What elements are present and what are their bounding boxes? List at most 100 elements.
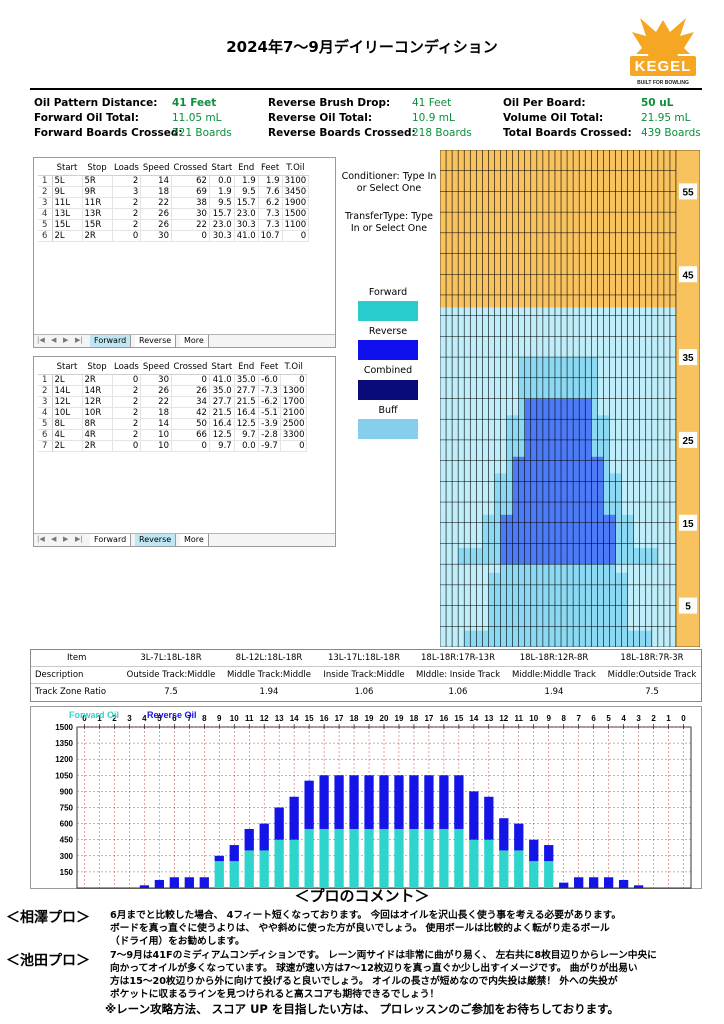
- table-cell[interactable]: 1700: [280, 396, 308, 408]
- table-cell[interactable]: 2R: [82, 374, 113, 386]
- table-cell[interactable]: 0: [112, 440, 142, 452]
- table-cell[interactable]: 9.5: [234, 186, 259, 198]
- table-cell[interactable]: 23.0: [234, 208, 259, 220]
- table-cell[interactable]: 9.7: [234, 429, 259, 441]
- table-cell[interactable]: 2: [112, 175, 142, 187]
- last-icon[interactable]: ▶|: [75, 535, 83, 543]
- next-icon[interactable]: ▶: [63, 535, 68, 543]
- table-cell[interactable]: 1.9: [258, 175, 283, 187]
- table-cell[interactable]: 11L: [52, 197, 83, 209]
- table-cell[interactable]: 10: [140, 429, 172, 441]
- tab-reverse[interactable]: Reverse: [135, 335, 177, 347]
- table-cell[interactable]: 30: [140, 374, 172, 386]
- tab-reverse[interactable]: Reverse: [135, 534, 177, 546]
- table-cell[interactable]: 0: [280, 440, 308, 452]
- table-cell[interactable]: 12.5: [234, 418, 259, 430]
- table-cell[interactable]: 2100: [280, 407, 308, 419]
- table-cell[interactable]: 21.5: [234, 396, 259, 408]
- table-cell[interactable]: 0: [171, 374, 210, 386]
- last-icon[interactable]: ▶|: [75, 336, 83, 344]
- table-cell[interactable]: 1300: [280, 385, 308, 397]
- table-cell[interactable]: 1.9: [234, 175, 259, 187]
- table-cell[interactable]: 5L: [52, 175, 83, 187]
- table-cell[interactable]: 13L: [52, 208, 83, 220]
- table-cell[interactable]: 3450: [282, 186, 310, 198]
- table-cell[interactable]: 10L: [52, 407, 83, 419]
- table-cell[interactable]: 1500: [282, 208, 310, 220]
- table-cell[interactable]: 34: [171, 396, 210, 408]
- table-cell[interactable]: 0: [171, 440, 210, 452]
- table-cell[interactable]: -3.9: [258, 418, 281, 430]
- table-cell[interactable]: 7.3: [258, 219, 283, 231]
- tab-forward[interactable]: Forward: [90, 534, 132, 546]
- table-cell[interactable]: -2.8: [258, 429, 281, 441]
- table-cell[interactable]: 2L: [52, 230, 83, 242]
- table-cell[interactable]: 26: [171, 385, 210, 397]
- table-cell[interactable]: -6.2: [258, 396, 281, 408]
- prev-icon[interactable]: ◀: [51, 336, 56, 344]
- table-cell[interactable]: 9L: [52, 186, 83, 198]
- table-cell[interactable]: 3: [112, 186, 142, 198]
- table-cell[interactable]: 16.4: [234, 407, 259, 419]
- table-cell[interactable]: 15.7: [209, 208, 235, 220]
- table-cell[interactable]: 2R: [82, 230, 113, 242]
- table-cell[interactable]: 2: [112, 418, 142, 430]
- table-cell[interactable]: 0.0: [209, 175, 235, 187]
- table-cell[interactable]: 3300: [280, 429, 308, 441]
- table-cell[interactable]: 14R: [82, 385, 113, 397]
- table-cell[interactable]: 38: [171, 197, 210, 209]
- table-cell[interactable]: 1100: [282, 219, 310, 231]
- table-cell[interactable]: 11R: [82, 197, 113, 209]
- table-cell[interactable]: 0: [171, 230, 210, 242]
- table-cell[interactable]: 27.7: [234, 385, 259, 397]
- table-cell[interactable]: 15L: [52, 219, 83, 231]
- table-cell[interactable]: 2: [112, 219, 142, 231]
- table-cell[interactable]: 42: [171, 407, 210, 419]
- table-cell[interactable]: 22: [140, 396, 172, 408]
- table-cell[interactable]: 10.7: [258, 230, 283, 242]
- table-cell[interactable]: 6.2: [258, 197, 283, 209]
- table-cell[interactable]: 8L: [52, 418, 83, 430]
- table-cell[interactable]: 30.3: [234, 219, 259, 231]
- table-cell[interactable]: 2L: [52, 440, 83, 452]
- table-cell[interactable]: 0: [280, 374, 308, 386]
- table-cell[interactable]: 18: [140, 186, 172, 198]
- tab-more[interactable]: More: [180, 335, 209, 347]
- prev-icon[interactable]: ◀: [51, 535, 56, 543]
- table-cell[interactable]: 41.0: [209, 374, 235, 386]
- table-cell[interactable]: 2R: [82, 440, 113, 452]
- table-cell[interactable]: 2: [112, 396, 142, 408]
- table-cell[interactable]: 9.5: [209, 197, 235, 209]
- transfer-type-label[interactable]: TransferType: Type In or Select One: [340, 211, 438, 235]
- next-icon[interactable]: ▶: [63, 336, 68, 344]
- table-cell[interactable]: 15R: [82, 219, 113, 231]
- table-cell[interactable]: 0: [282, 230, 310, 242]
- tab-more[interactable]: More: [180, 534, 209, 546]
- table-cell[interactable]: 14: [140, 175, 172, 187]
- table-cell[interactable]: 15.7: [234, 197, 259, 209]
- table-cell[interactable]: -7.3: [258, 385, 281, 397]
- table-cell[interactable]: 22: [140, 197, 172, 209]
- tab-forward[interactable]: Forward: [90, 335, 132, 347]
- table-cell[interactable]: 2L: [52, 374, 83, 386]
- table-cell[interactable]: 10: [140, 440, 172, 452]
- table-cell[interactable]: 26: [140, 208, 172, 220]
- table-cell[interactable]: 30: [171, 208, 210, 220]
- table-cell[interactable]: 12L: [52, 396, 83, 408]
- table-cell[interactable]: 66: [171, 429, 210, 441]
- table-cell[interactable]: 7.6: [258, 186, 283, 198]
- first-icon[interactable]: |◀: [37, 336, 45, 344]
- table-cell[interactable]: 21.5: [209, 407, 235, 419]
- table-cell[interactable]: 13R: [82, 208, 113, 220]
- table-cell[interactable]: 2: [112, 407, 142, 419]
- table-cell[interactable]: 12.5: [209, 429, 235, 441]
- table-cell[interactable]: -9.7: [258, 440, 281, 452]
- table-cell[interactable]: 2: [112, 429, 142, 441]
- table-cell[interactable]: 26: [140, 385, 172, 397]
- table-cell[interactable]: 26: [140, 219, 172, 231]
- table-cell[interactable]: 9.7: [209, 440, 235, 452]
- table-cell[interactable]: 30.3: [209, 230, 235, 242]
- table-cell[interactable]: 1900: [282, 197, 310, 209]
- first-icon[interactable]: |◀: [37, 535, 45, 543]
- table-cell[interactable]: -5.1: [258, 407, 281, 419]
